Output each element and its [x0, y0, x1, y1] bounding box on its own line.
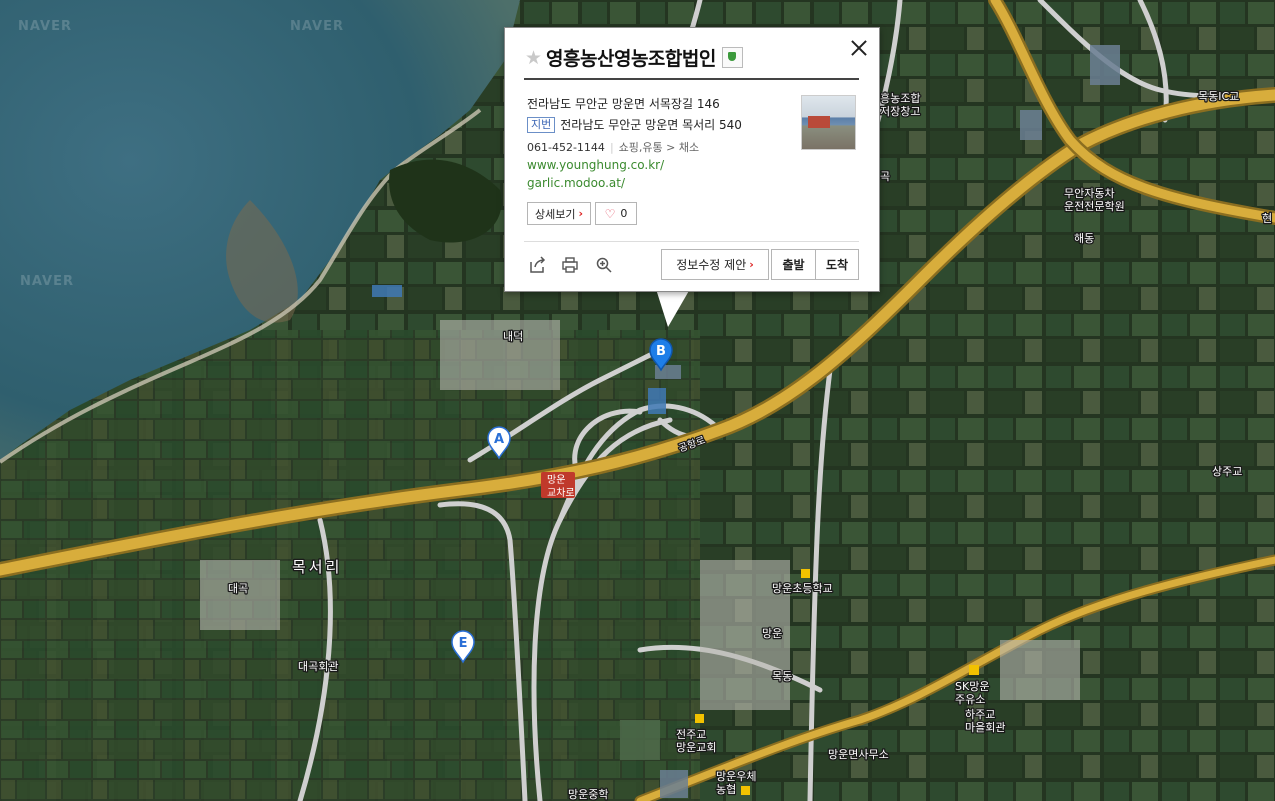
print-icon[interactable] — [561, 256, 579, 274]
marker-letter: E — [459, 636, 468, 651]
set-destination-button[interactable]: 도착 — [815, 249, 859, 280]
place-label-daegok: 대곡 — [228, 582, 248, 595]
popup-header: ★ 영흥농산영농조합법인 — [525, 44, 743, 71]
gas-station-icon[interactable] — [969, 665, 979, 675]
place-label-naedeok: 내덕 — [503, 330, 523, 343]
modoo-link[interactable]: garlic.modoo.at/ — [527, 176, 625, 190]
place-label-mokseo: 목서리 — [292, 558, 342, 576]
place-label-sk-station: SK망운 주유소 — [955, 680, 989, 706]
place-label-mangun-elementary: 망운초등학교 — [772, 582, 833, 595]
suggest-edit-label: 정보수정 제안 — [676, 258, 747, 272]
school-icon[interactable] — [801, 569, 810, 578]
meta-row: 061-452-1144 | 쇼핑,유통 > 채소 — [527, 141, 700, 154]
footer-divider — [524, 241, 859, 242]
place-title[interactable]: 영흥농산영농조합법인 — [546, 44, 716, 71]
marker-letter: B — [656, 344, 666, 359]
road-address: 전라남도 무안군 망운면 서목장길 146 — [527, 97, 720, 111]
category: 쇼핑,유통 > 채소 — [618, 141, 700, 154]
place-label-haedong: 해동 — [1074, 231, 1094, 245]
star-icon[interactable]: ★ — [525, 48, 542, 68]
title-divider — [524, 78, 859, 80]
suggest-edit-button[interactable]: 정보수정 제안 › — [661, 249, 769, 280]
church-icon[interactable] — [695, 714, 704, 723]
homepage-link[interactable]: www.younghung.co.kr/ — [527, 158, 664, 172]
close-icon[interactable] — [849, 38, 869, 58]
heart-icon: ♡ — [604, 206, 616, 221]
chevron-right-icon: › — [578, 207, 584, 220]
junction-label-box: 망운 교차로 — [541, 472, 575, 499]
place-label-sangjugyo: 상주교 — [1212, 465, 1242, 478]
place-label-hyeon: 현 — [1262, 212, 1272, 225]
set-origin-button[interactable]: 출발 — [771, 249, 815, 280]
place-label-warehouse: 흥농조합 저장창고 — [880, 91, 920, 118]
watermark-text: NAVER — [20, 274, 74, 289]
detail-button[interactable]: 상세보기 › — [527, 202, 591, 225]
chevron-right-icon: › — [749, 258, 754, 271]
place-label-mokdong: 목동 — [772, 670, 792, 683]
place-label-mokdong-ic: 목동IC교 — [1198, 90, 1239, 103]
jibun-tag: 지번 — [527, 116, 556, 133]
place-label-gok: 곡 — [880, 170, 890, 183]
share-icon[interactable] — [529, 256, 547, 274]
detail-label: 상세보기 — [534, 207, 576, 221]
marker-letter: A — [494, 432, 504, 447]
like-button[interactable]: ♡ 0 — [595, 202, 637, 225]
place-label-middle-school: 망운중학 — [568, 788, 608, 801]
post-office-icon[interactable] — [741, 786, 750, 795]
popup-pointer — [656, 289, 690, 327]
jibun-row: 지번 전라남도 무안군 망운면 목서리 540 — [527, 116, 742, 133]
place-info-popup: ★ 영흥농산영농조합법인 전라남도 무안군 망운면 서목장길 146 지번 전라… — [504, 27, 880, 292]
verified-shield-icon — [721, 47, 743, 68]
watermark-text: NAVER — [18, 19, 72, 34]
zoom-in-icon[interactable] — [595, 256, 613, 274]
phone-number: 061-452-1144 — [527, 141, 605, 154]
place-photo-thumbnail[interactable] — [801, 95, 856, 150]
place-label-daegok-hall: 대곡회관 — [298, 660, 338, 673]
watermark-text: NAVER — [290, 19, 344, 34]
place-label-mangun-office: 망운면사무소 — [828, 748, 889, 761]
place-label-mangun: 망운 — [762, 627, 782, 640]
like-count: 0 — [620, 207, 628, 220]
jibun-address: 전라남도 무안군 망운면 목서리 540 — [560, 118, 742, 132]
